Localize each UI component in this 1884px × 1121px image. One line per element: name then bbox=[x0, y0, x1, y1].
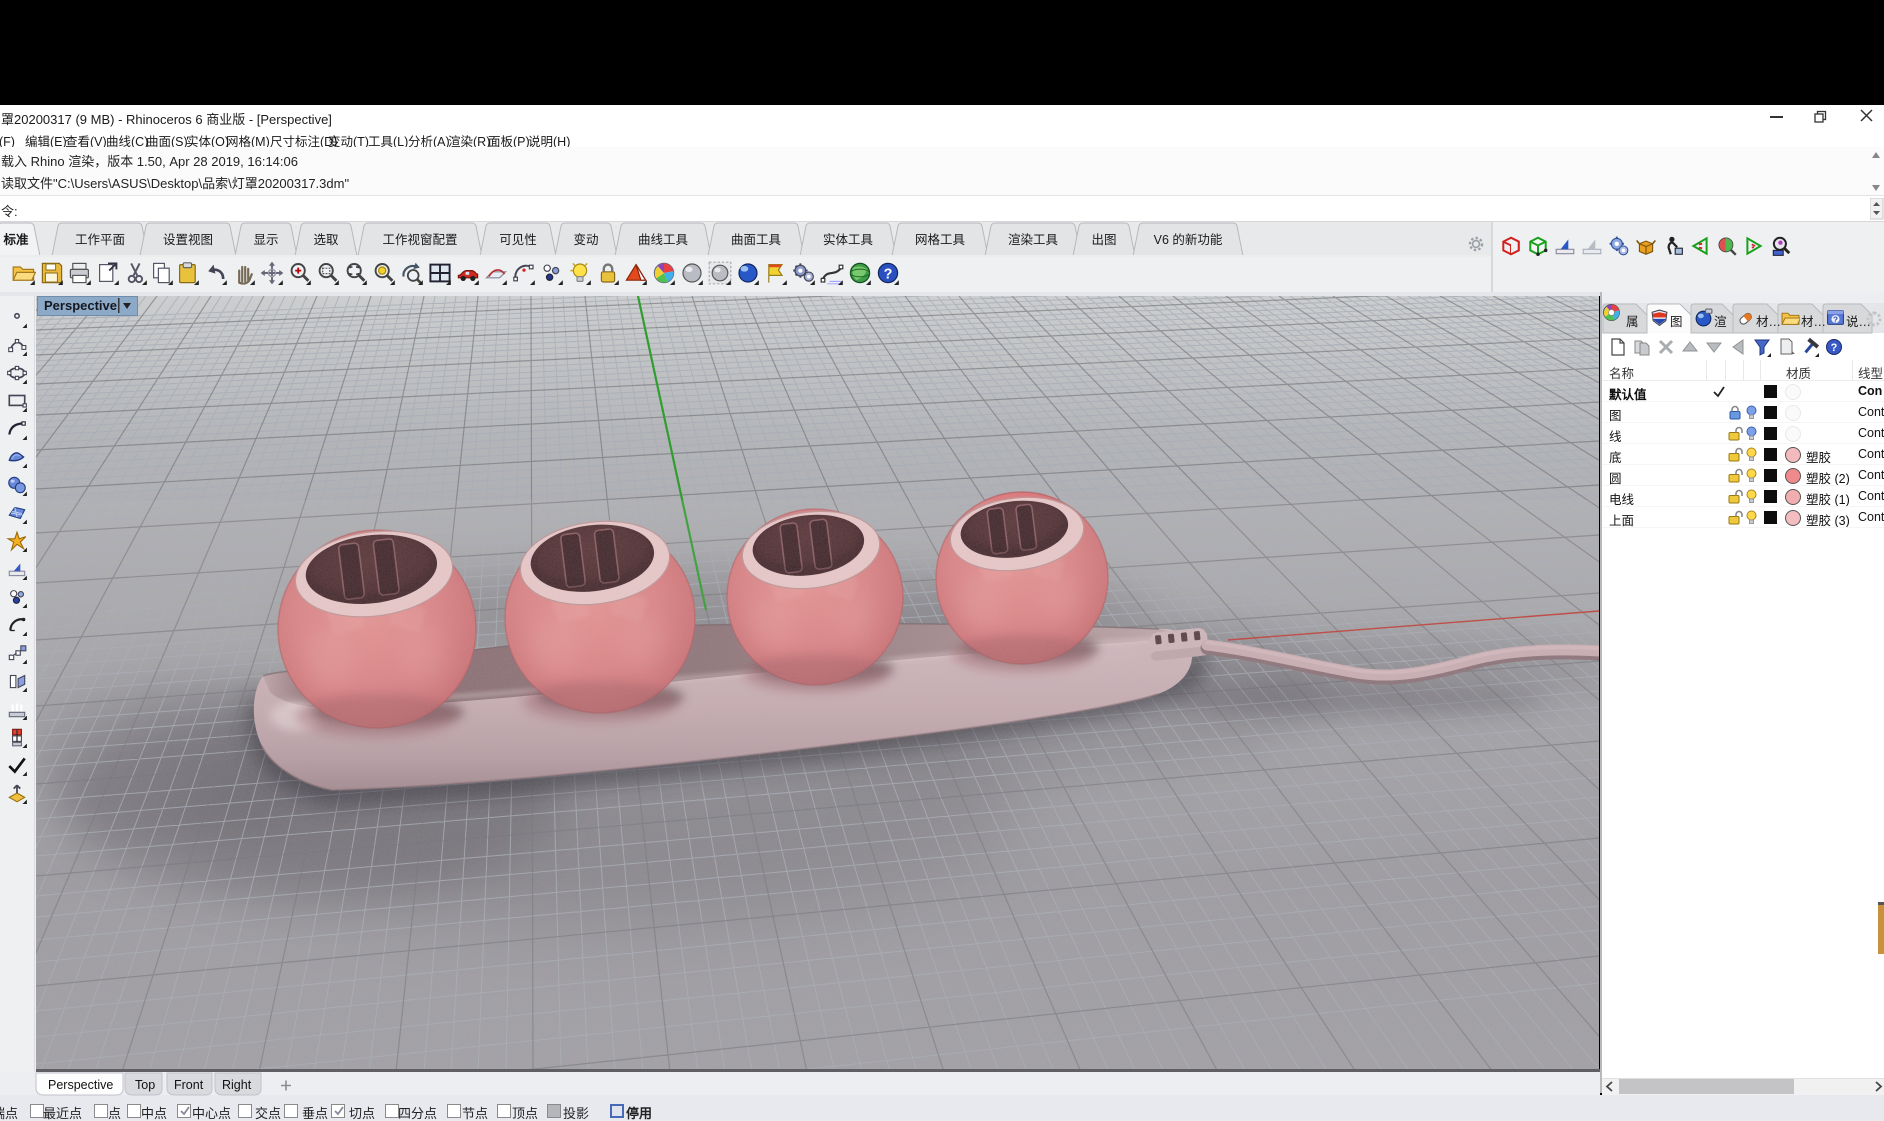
svg-text:?: ? bbox=[884, 266, 893, 282]
svg-text:?: ? bbox=[1833, 314, 1838, 324]
svg-text:?: ? bbox=[1831, 342, 1838, 354]
